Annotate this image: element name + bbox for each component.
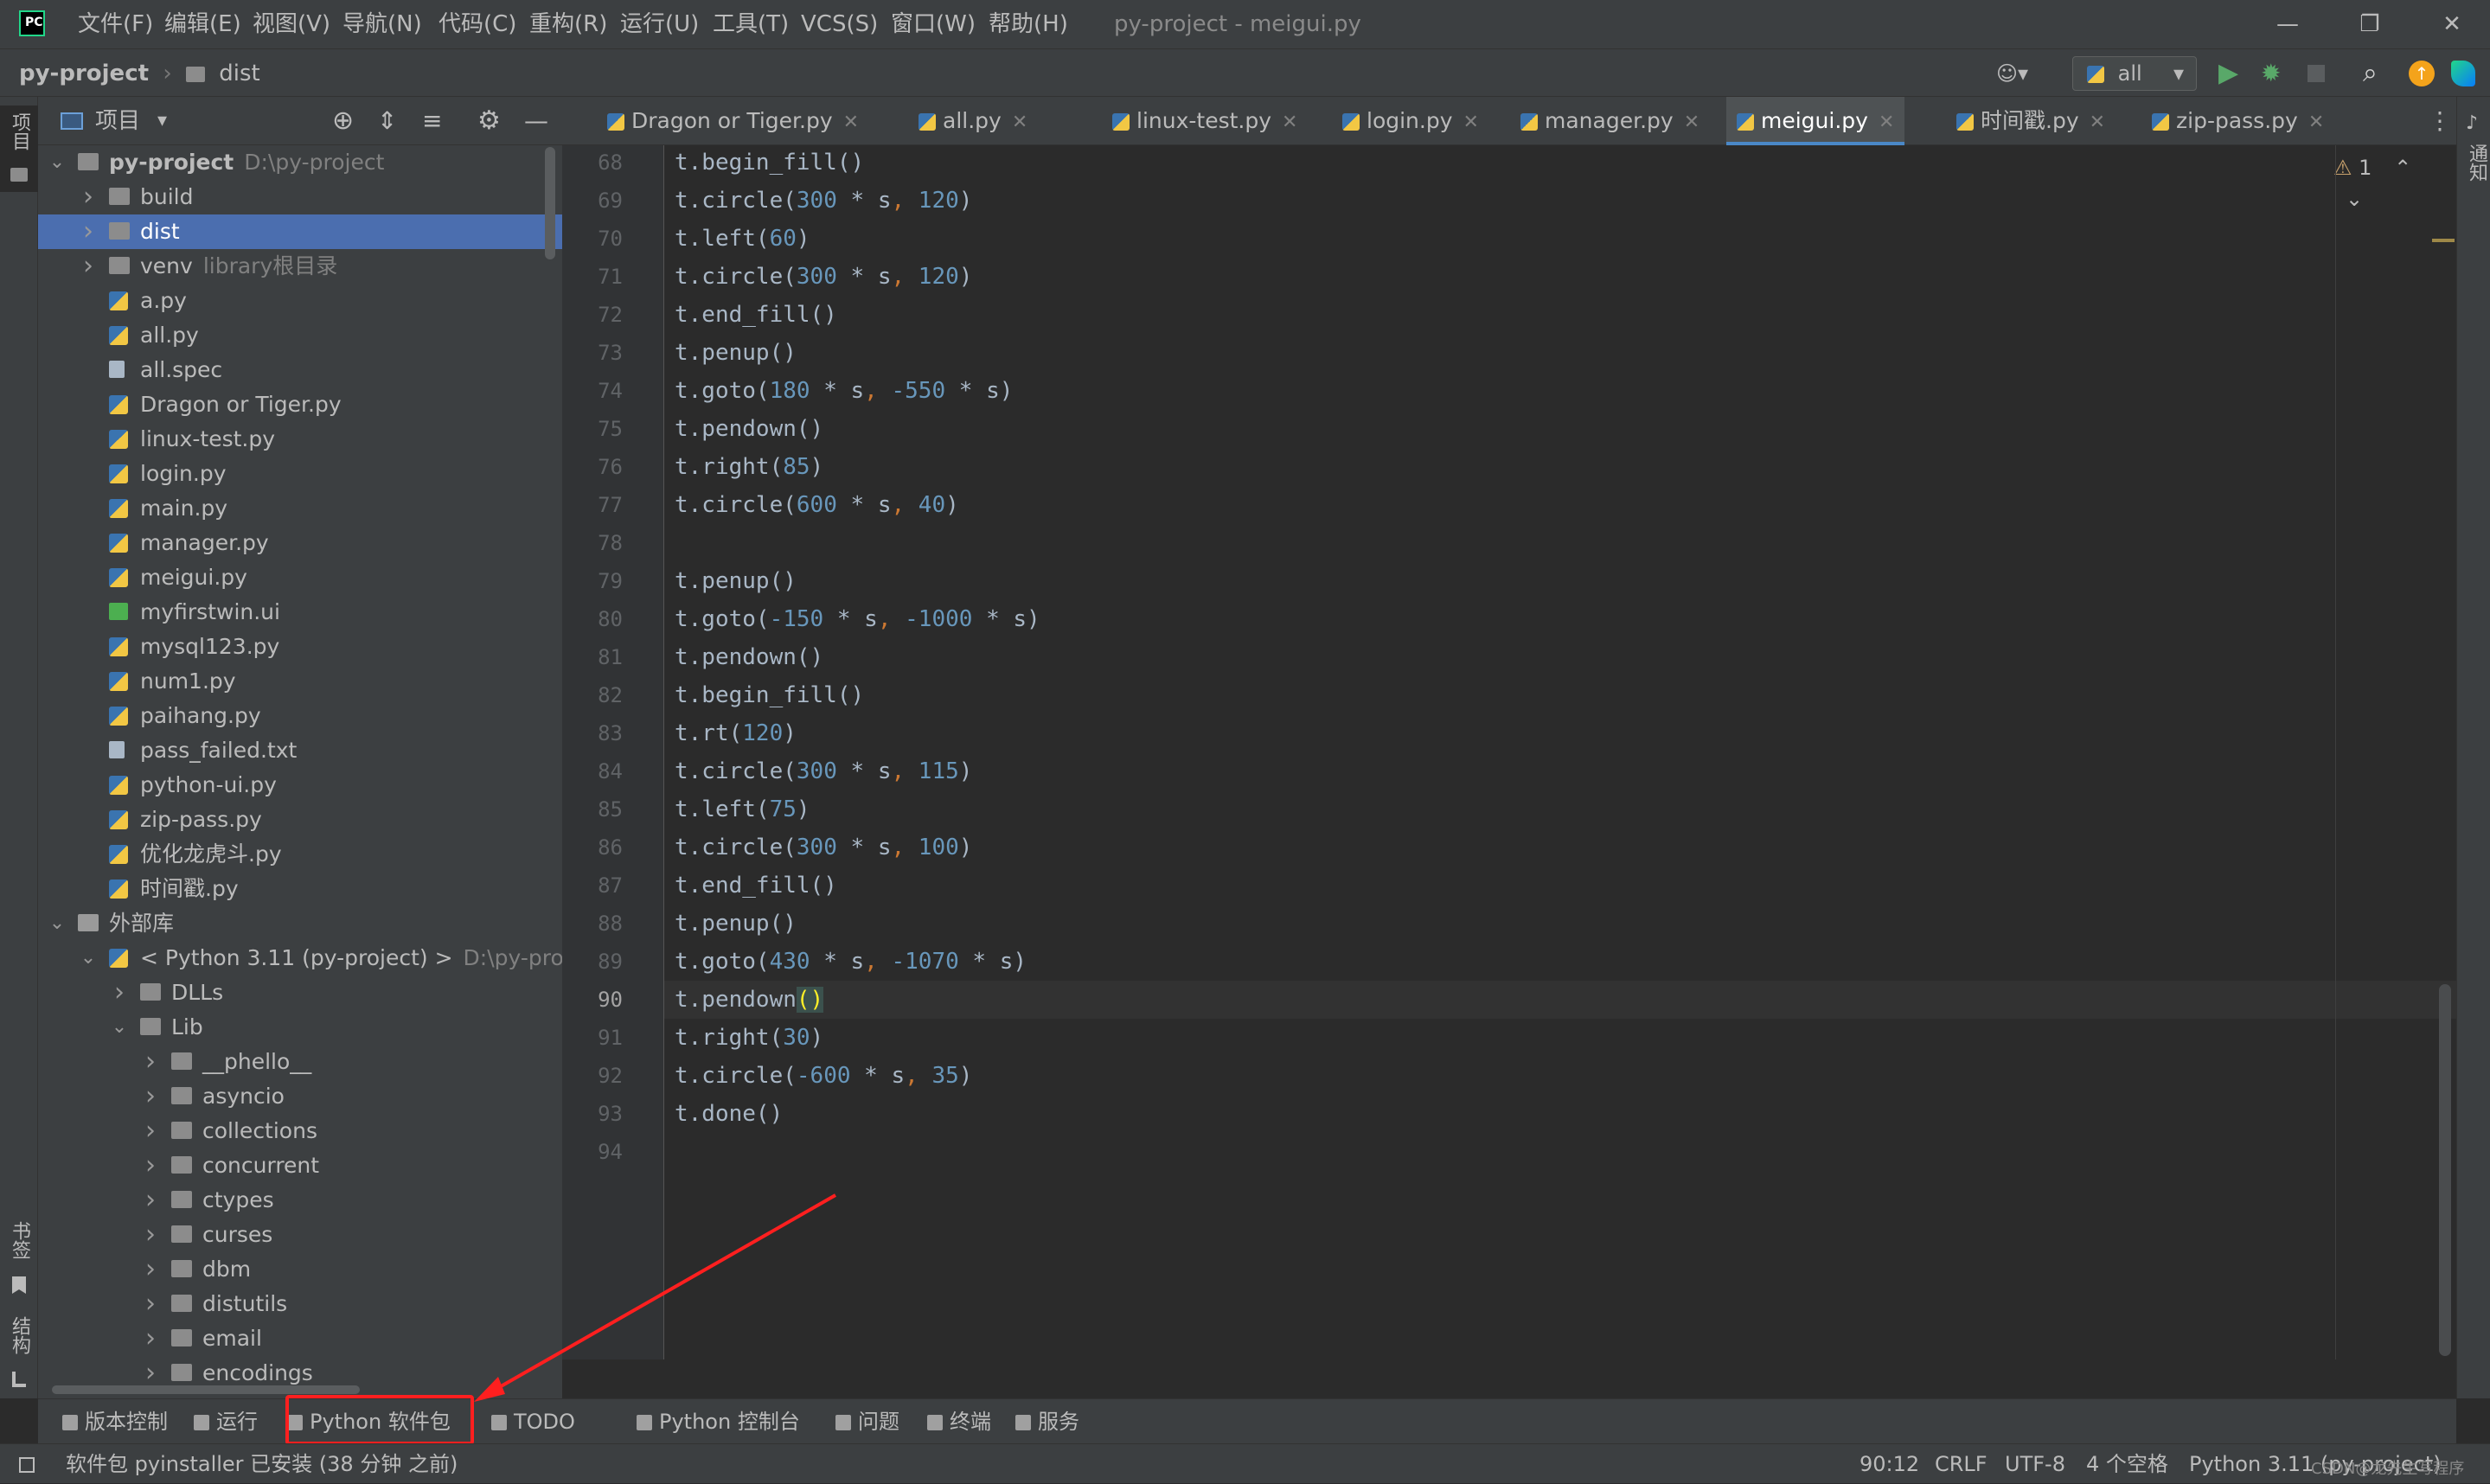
file-encoding[interactable]: UTF-8 — [2005, 1444, 2065, 1484]
caret-position[interactable]: 90:12 — [1859, 1444, 1919, 1484]
indent-setting[interactable]: 4 个空格 — [2086, 1444, 2168, 1484]
status-window-icon[interactable] — [19, 1444, 35, 1484]
line-separator[interactable]: CRLF — [1935, 1444, 1988, 1484]
annotation-arrow — [474, 1193, 836, 1402]
status-message[interactable]: 软件包 pyinstaller 已安装 (38 分钟 之前) — [66, 1444, 458, 1484]
watermark: CSDN@龙先生写程序 — [2311, 1460, 2465, 1478]
status-bar: 软件包 pyinstaller 已安装 (38 分钟 之前) 90:12 CRL… — [0, 1443, 2490, 1483]
